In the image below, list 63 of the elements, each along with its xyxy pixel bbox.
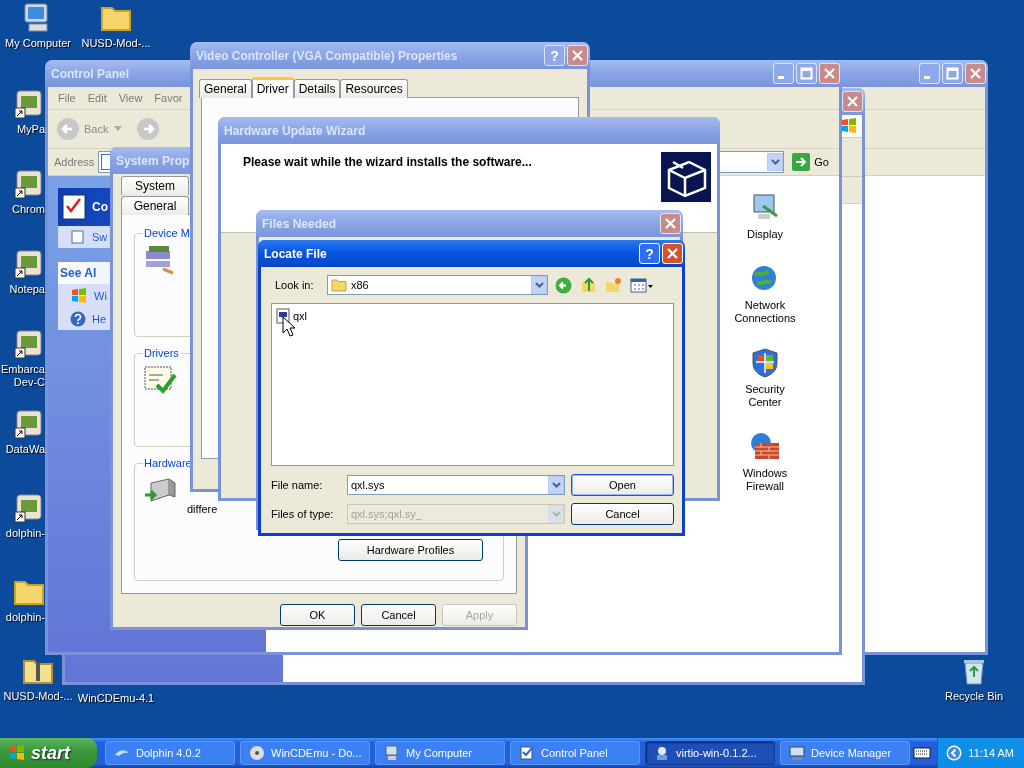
- dialog-button[interactable]: Cancel: [361, 604, 436, 626]
- desktop-icon-label[interactable]: WinCDEmu-4.1: [77, 692, 155, 705]
- window-title: Files Needed: [261, 216, 337, 231]
- taskbar-button[interactable]: Dolphin 4.0.2: [105, 741, 235, 765]
- task-pane-title: See Al: [60, 266, 97, 280]
- task-link[interactable]: He: [70, 311, 107, 327]
- tab[interactable]: Resources: [340, 79, 408, 98]
- tab[interactable]: General: [199, 79, 252, 98]
- desktop-icon-label[interactable]: NUSD-Mod-...: [3, 690, 73, 703]
- tab[interactable]: General: [121, 196, 189, 215]
- desktop-icon-label[interactable]: NUSD-Mod-...: [81, 37, 151, 50]
- look-in-dropdown[interactable]: x86: [327, 275, 548, 295]
- window-title: Locate File: [263, 246, 327, 261]
- control-panel-item[interactable]: Display: [732, 192, 798, 241]
- group-title: Hardware: [143, 457, 193, 469]
- dialog-button[interactable]: OK: [280, 604, 355, 626]
- desktop-icon-label[interactable]: Recycle Bin: [944, 690, 1004, 703]
- desktop-icon-label[interactable]: MyPa: [16, 123, 45, 136]
- go-button[interactable]: Go: [788, 153, 833, 171]
- clock: 11:14 AM: [968, 747, 1014, 759]
- file-type-label: Files of type:: [271, 508, 335, 520]
- window-title: Control Panel: [50, 66, 129, 81]
- window-title: Video Controller (VGA Compatible) Properties: [195, 48, 458, 63]
- task-link[interactable]: Sw: [70, 229, 108, 245]
- taskbar-button[interactable]: Device Manager: [780, 741, 910, 765]
- start-button[interactable]: start: [0, 738, 97, 768]
- hardware-profiles-button[interactable]: Hardware Profiles: [338, 539, 483, 561]
- control-panel-item[interactable]: Windows Firewall: [732, 431, 798, 493]
- control-panel-item[interactable]: Security Center: [732, 347, 798, 409]
- desktop-icon-label[interactable]: dolphin-: [5, 527, 45, 540]
- desktop-icon-label[interactable]: My Computer: [5, 37, 71, 50]
- help-button[interactable]: ?: [639, 243, 660, 264]
- taskbar-button[interactable]: Control Panel: [510, 741, 640, 765]
- task-pane-title: Co: [92, 200, 108, 214]
- desktop-icon-label[interactable]: Embarca Dev-C: [0, 363, 45, 389]
- menu-item[interactable]: File: [52, 87, 82, 109]
- tab[interactable]: Driver: [251, 77, 294, 98]
- task-link[interactable]: Wi: [70, 287, 107, 305]
- desktop-icon-label[interactable]: dolphin-: [5, 611, 45, 624]
- desktop-icon-label[interactable]: DataWa: [5, 443, 45, 456]
- wizard-heading: Please wait while the wizard installs the software...: [243, 155, 532, 169]
- address-label: Address: [54, 156, 95, 168]
- tab[interactable]: Details: [293, 79, 341, 98]
- menu-item[interactable]: View: [112, 87, 149, 109]
- taskbar-button[interactable]: virtio-win-0.1.2...: [645, 741, 775, 765]
- file-name-label: File name:: [271, 479, 324, 491]
- desktop-icon-label[interactable]: Chrom: [12, 203, 45, 216]
- file-name-field[interactable]: qxl.sys: [347, 475, 565, 495]
- cancel-button[interactable]: Cancel: [571, 503, 674, 525]
- window-title: Hardware Update Wizard: [223, 123, 366, 138]
- group-title: Drivers: [143, 347, 180, 359]
- desktop-icon-label[interactable]: Notepa: [9, 283, 45, 296]
- taskbar-button[interactable]: WinCDEmu - Do...: [240, 741, 370, 765]
- tab[interactable]: System: [121, 176, 189, 195]
- menu-item[interactable]: Edit: [81, 87, 113, 109]
- window-title: System Prop: [115, 153, 190, 168]
- description-text: differe: [187, 503, 218, 515]
- open-button[interactable]: Open: [571, 474, 674, 496]
- taskbar-button[interactable]: My Computer: [375, 741, 505, 765]
- look-in-label: Look in:: [275, 279, 315, 291]
- group-title: Device M: [143, 227, 191, 239]
- control-panel-item[interactable]: Network Connections: [732, 263, 798, 325]
- menu-item[interactable]: Favor: [148, 87, 189, 109]
